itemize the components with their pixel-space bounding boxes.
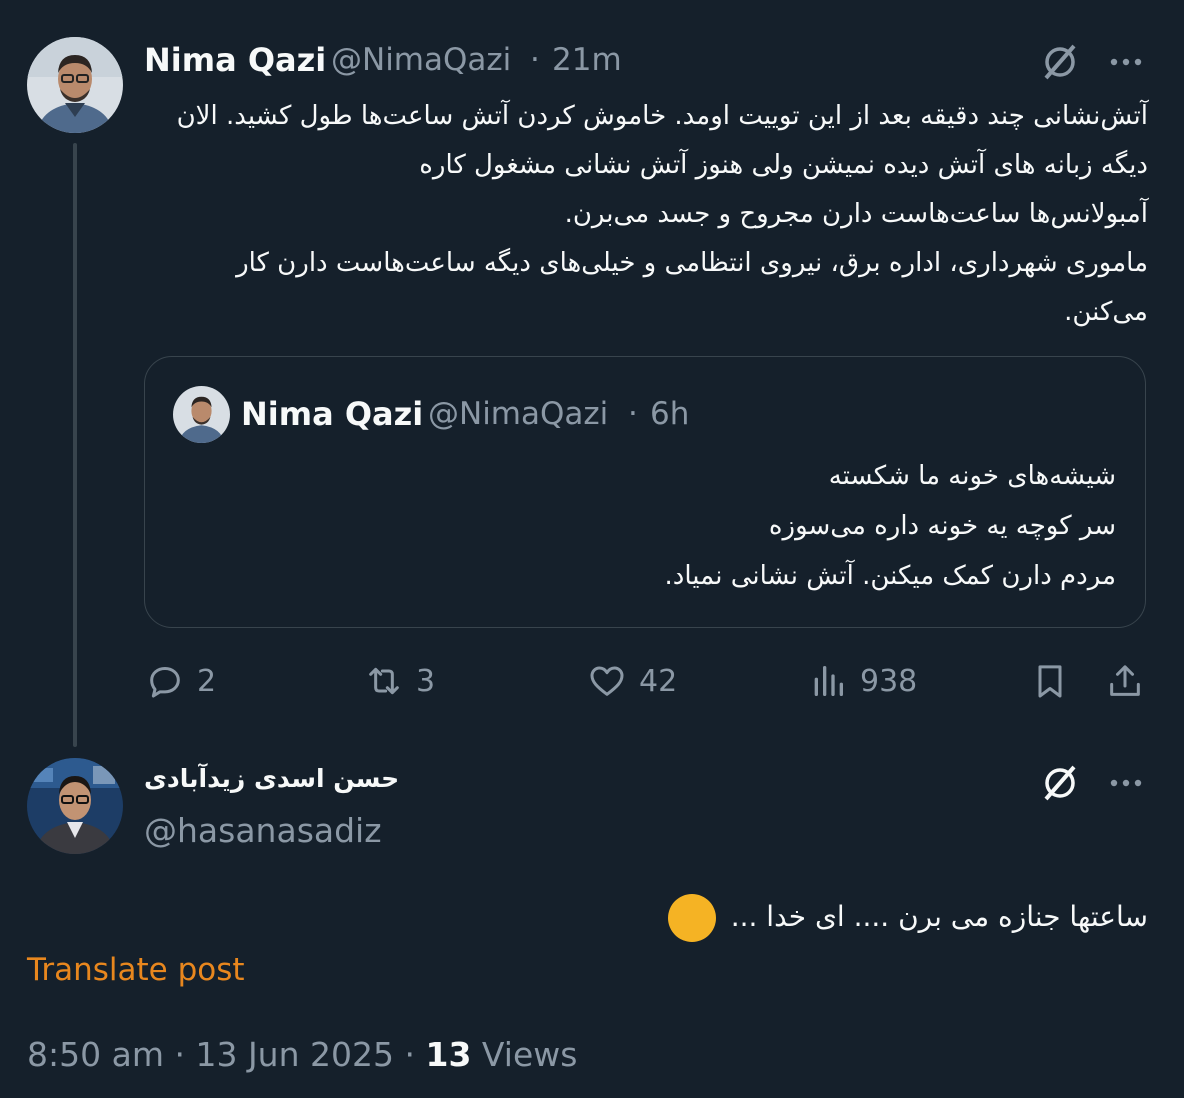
tweet-time[interactable]: 21m — [552, 42, 622, 78]
reply-count: 2 — [197, 663, 217, 699]
quoted-line-1: شیشه‌های خونه ما شکسته — [828, 461, 1116, 491]
quoted-line-3: مردم دارن کمک میکنن. آتش نشانی نمیاد. — [664, 561, 1116, 591]
thread-connector-line — [73, 143, 77, 747]
reply-text: ساعتها جنازه می برن .... ای خدا ... — [730, 900, 1148, 933]
dot-separator: · — [530, 42, 540, 78]
more-dots-icon[interactable] — [1104, 44, 1148, 80]
views-button[interactable]: 938 — [808, 658, 917, 704]
quoted-time: 6h — [650, 396, 690, 432]
post-date[interactable]: 13 Jun 2025 — [195, 1035, 394, 1074]
reply-body: ساعتها جنازه می برن .... ای خدا ... 😞 — [448, 893, 1148, 942]
author-handle[interactable]: @NimaQazi — [331, 42, 511, 78]
like-count: 42 — [639, 663, 678, 699]
post-meta: 8:50 am · 13 Jun 2025 · 13 Views — [27, 1035, 577, 1074]
meta-separator-2: · — [404, 1035, 415, 1074]
heart-icon — [590, 666, 624, 696]
quoted-display-name: Nima Qazi — [241, 395, 424, 433]
avatar-hasanasadiz[interactable] — [27, 758, 123, 854]
quoted-tweet-body: شیشه‌های خونه ما شکسته سر کوچه یه خونه د… — [216, 451, 1116, 601]
share-icon — [1110, 665, 1140, 696]
quoted-dot-separator: · — [628, 396, 638, 432]
views-label: Views — [481, 1035, 578, 1074]
quoted-line-2: سر کوچه یه خونه داره می‌سوزه — [768, 511, 1116, 541]
grok-slash-icon[interactable] — [1038, 761, 1082, 805]
author-display-name[interactable]: Nima Qazi — [144, 41, 326, 79]
views-total: 13 — [425, 1035, 472, 1074]
tweet-line-3: آمبولانس‌ها ساعت‌هاست دارن مجروح و جسد م… — [564, 199, 1148, 229]
share-button[interactable] — [1105, 658, 1145, 704]
quoted-handle: @NimaQazi — [428, 396, 609, 432]
meta-separator-1: · — [174, 1035, 185, 1074]
disappointed-face-emoji: 😞 — [667, 894, 716, 942]
tweet-line-1: آتش‌نشانی چند دقیقه بعد از این توییت اوم… — [176, 101, 1148, 131]
avatar-nima-qazi[interactable] — [27, 37, 123, 133]
reply-bubble-icon — [150, 667, 180, 698]
more-dots-icon[interactable] — [1104, 765, 1148, 801]
repost-icon — [369, 667, 399, 695]
post-time[interactable]: 8:50 am — [27, 1035, 164, 1074]
repost-button[interactable]: 3 — [364, 658, 435, 704]
repost-count: 3 — [416, 663, 436, 699]
reply-display-name[interactable]: حسن اسدی زیدآبادی — [144, 764, 399, 793]
reply-text-line: ساعتها جنازه می برن .... ای خدا ... 😞 — [448, 893, 1148, 942]
bookmark-icon — [1038, 665, 1062, 698]
reply-handle[interactable]: @hasanasadiz — [144, 811, 382, 850]
reply-button[interactable]: 2 — [145, 658, 216, 704]
tweet-line-2: دیگه زبانه های آتش دیده نمیشن ولی هنوز آ… — [419, 150, 1148, 180]
like-button[interactable]: 42 — [587, 658, 677, 704]
tweet-body: آتش‌نشانی چند دقیقه بعد از این توییت اوم… — [138, 92, 1148, 337]
grok-slash-icon[interactable] — [1038, 40, 1082, 84]
bookmark-button[interactable] — [1030, 658, 1070, 704]
translate-post-link[interactable]: Translate post — [27, 952, 245, 988]
quoted-avatar — [173, 386, 230, 443]
views-bars-icon — [814, 666, 843, 696]
tweet-line-4: ماموری شهرداری، اداره برق، نیروی انتظامی… — [236, 248, 1148, 278]
tweet-line-5: می‌کنن. — [1064, 297, 1148, 327]
views-count: 938 — [860, 663, 918, 699]
